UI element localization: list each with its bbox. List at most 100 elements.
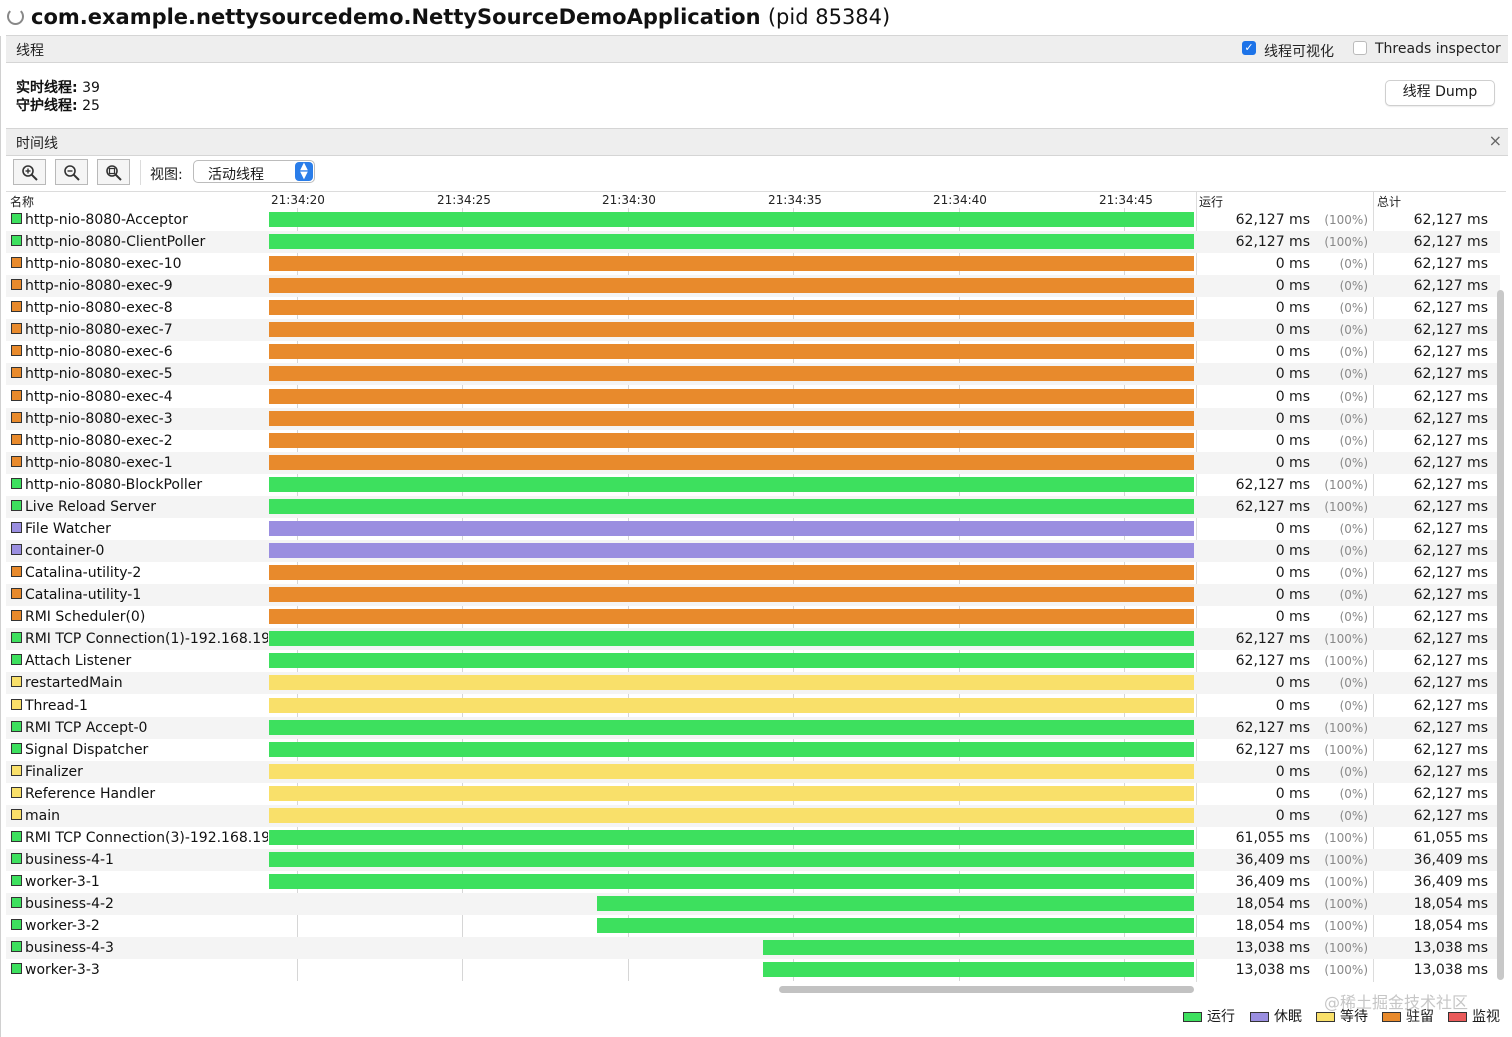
thread-total-time: 13,038 ms	[1413, 940, 1488, 957]
thread-row[interactable]: worker-3-1 36,409 ms (100%) 36,409 ms	[6, 871, 1500, 893]
thread-row[interactable]: File Watcher 0 ms (0%) 62,127 ms	[6, 518, 1500, 540]
thread-running-time: 0 ms	[1275, 388, 1310, 405]
threads-inspector-checkbox[interactable]	[1353, 41, 1367, 55]
thread-row[interactable]: http-nio-8080-Acceptor 62,127 ms (100%) 62,…	[6, 209, 1500, 231]
thread-row[interactable]: http-nio-8080-exec-7 0 ms (0%) 62,127 ms	[6, 319, 1500, 342]
close-icon[interactable]: ×	[1489, 131, 1502, 150]
thread-name: http-nio-8080-exec-1	[25, 454, 173, 471]
thread-row[interactable]: restartedMain 0 ms (0%) 62,127 ms	[6, 672, 1500, 695]
thread-timeline-bar	[269, 520, 1194, 536]
daemon-threads-value: 25	[82, 98, 100, 114]
thread-row[interactable]: http-nio-8080-exec-6 0 ms (0%) 62,127 ms	[6, 341, 1500, 363]
thread-row[interactable]: Attach Listener 62,127 ms (100%) 62,127 ms	[6, 650, 1500, 672]
thread-timeline-bar	[269, 631, 1194, 647]
thread-total-time: 62,127 ms	[1413, 322, 1488, 339]
threads-section-label: 线程	[16, 43, 44, 59]
thread-running-percent: (0%)	[1339, 521, 1368, 536]
thread-running-time: 0 ms	[1275, 322, 1310, 339]
thread-running-time: 0 ms	[1275, 807, 1310, 824]
thread-row[interactable]: Thread-1 0 ms (0%) 62,127 ms	[6, 695, 1500, 717]
thread-total-time: 62,127 ms	[1413, 719, 1488, 736]
thread-total-time: 62,127 ms	[1413, 256, 1488, 273]
thread-state-swatch	[11, 345, 22, 357]
legend-label: 等待	[1340, 1009, 1368, 1025]
thread-row[interactable]: RMI TCP Connection(1)-192.168.19 62,127 m…	[6, 628, 1500, 651]
thread-running-percent: (0%)	[1339, 455, 1368, 470]
threads-inspector-label[interactable]: Threads inspector	[1375, 41, 1501, 57]
thread-row[interactable]: http-nio-8080-BlockPoller 62,127 ms (100%)…	[6, 474, 1500, 496]
thread-row[interactable]: RMI TCP Connection(3)-192.168.19 61,055 m…	[6, 827, 1500, 849]
thread-row[interactable]: container-0 0 ms (0%) 62,127 ms	[6, 540, 1500, 563]
column-header-name[interactable]: 名称	[10, 193, 34, 210]
zoom-out-button[interactable]	[55, 159, 88, 185]
thread-total-time: 62,127 ms	[1413, 344, 1488, 361]
thread-running-percent: (0%)	[1339, 544, 1368, 559]
thread-row[interactable]: worker-3-2 18,054 ms (100%) 18,054 ms	[6, 915, 1500, 937]
thread-row[interactable]: http-nio-8080-exec-8 0 ms (0%) 62,127 ms	[6, 297, 1500, 319]
thread-state-swatch	[11, 720, 22, 732]
thread-state-swatch	[11, 235, 22, 247]
thread-total-time: 62,127 ms	[1413, 785, 1488, 802]
thread-row[interactable]: Live Reload Server 62,127 ms (100%) 62,127 …	[6, 495, 1500, 518]
thread-timeline-bar	[269, 763, 1194, 779]
thread-row[interactable]: business-4-3 13,038 ms (100%) 13,038 ms	[6, 937, 1500, 960]
thread-name: Signal Dispatcher	[25, 741, 149, 758]
thread-state-swatch	[11, 786, 22, 798]
table-vertical-scrollbar[interactable]	[1497, 290, 1504, 980]
thread-running-time: 62,127 ms	[1235, 234, 1310, 251]
thread-name: container-0	[25, 543, 105, 560]
thread-row[interactable]: Finalizer 0 ms (0%) 62,127 ms	[6, 760, 1500, 783]
thread-name: RMI TCP Accept-0	[25, 719, 148, 736]
thread-row[interactable]: business-4-1 36,409 ms (100%) 36,409 ms	[6, 849, 1500, 872]
thread-running-percent: (100%)	[1324, 477, 1368, 492]
thread-row[interactable]: RMI Scheduler(0) 0 ms (0%) 62,127 ms	[6, 606, 1500, 628]
thread-running-percent: (0%)	[1339, 764, 1368, 779]
thread-row[interactable]: business-4-2 18,054 ms (100%) 18,054 ms	[6, 893, 1500, 916]
timeline-horizontal-scrollbar[interactable]	[779, 986, 1194, 993]
thread-dump-button[interactable]: 线程 Dump	[1385, 80, 1495, 106]
thread-row[interactable]: http-nio-8080-exec-10 0 ms (0%) 62,127 ms	[6, 253, 1500, 275]
zoom-fit-button[interactable]	[97, 159, 130, 185]
thread-running-time: 0 ms	[1275, 454, 1310, 471]
thread-timeline-bar	[269, 874, 1194, 890]
column-header-running[interactable]: 运行	[1199, 193, 1223, 210]
thread-row[interactable]: Reference Handler 0 ms (0%) 62,127 ms	[6, 783, 1500, 805]
thread-total-time: 62,127 ms	[1413, 278, 1488, 295]
thread-row[interactable]: Catalina-utility-1 0 ms (0%) 62,127 ms	[6, 584, 1500, 607]
thread-total-time: 36,409 ms	[1413, 874, 1488, 891]
thread-row[interactable]: Catalina-utility-2 0 ms (0%) 62,127 ms	[6, 562, 1500, 584]
thread-state-swatch	[11, 477, 22, 489]
thread-timeline-bar	[269, 410, 1194, 426]
thread-row[interactable]: http-nio-8080-exec-9 0 ms (0%) 62,127 ms	[6, 275, 1500, 298]
thread-row[interactable]: worker-3-3 13,038 ms (100%) 13,038 ms	[6, 959, 1500, 981]
thread-row[interactable]: http-nio-8080-exec-2 0 ms (0%) 62,127 ms	[6, 430, 1500, 452]
thread-row[interactable]: Signal Dispatcher 62,127 ms (100%) 62,127 m…	[6, 739, 1500, 761]
thread-row[interactable]: RMI TCP Accept-0 62,127 ms (100%) 62,127 ms	[6, 716, 1500, 739]
thread-row[interactable]: http-nio-8080-exec-3 0 ms (0%) 62,127 ms	[6, 407, 1500, 430]
zoom-in-button[interactable]	[13, 159, 46, 185]
thread-state-swatch	[11, 919, 22, 931]
thread-row[interactable]: http-nio-8080-exec-5 0 ms (0%) 62,127 ms	[6, 363, 1500, 386]
thread-row[interactable]: main 0 ms (0%) 62,127 ms	[6, 804, 1500, 827]
thread-row[interactable]: http-nio-8080-exec-1 0 ms (0%) 62,127 ms	[6, 451, 1500, 474]
thread-row[interactable]: http-nio-8080-ClientPoller 62,127 ms (100%…	[6, 231, 1500, 254]
thread-visualization-checkbox[interactable]: ✓	[1242, 41, 1256, 55]
thread-total-time: 62,127 ms	[1413, 807, 1488, 824]
thread-name: RMI TCP Connection(3)-192.168.19	[25, 829, 268, 846]
view-select[interactable]: 活动线程 ▲ ▼	[193, 160, 315, 183]
thread-timeline-bar	[269, 344, 1194, 360]
thread-name: main	[25, 807, 60, 824]
thread-row[interactable]: http-nio-8080-exec-4 0 ms (0%) 62,127 ms	[6, 386, 1500, 408]
thread-name: worker-3-1	[25, 874, 100, 891]
thread-total-time: 62,127 ms	[1413, 212, 1488, 228]
column-header-total[interactable]: 总计	[1377, 193, 1401, 210]
zoom-in-icon	[22, 165, 38, 181]
thread-state-swatch	[11, 830, 22, 842]
thread-timeline-bar	[269, 587, 1194, 603]
legend-label: 驻留	[1406, 1009, 1434, 1025]
thread-visualization-label[interactable]: 线程可视化	[1264, 41, 1334, 61]
loading-spinner-icon	[7, 8, 24, 25]
thread-running-percent: (0%)	[1339, 676, 1368, 691]
thread-state-swatch	[11, 654, 22, 666]
thread-running-percent: (0%)	[1339, 345, 1368, 360]
